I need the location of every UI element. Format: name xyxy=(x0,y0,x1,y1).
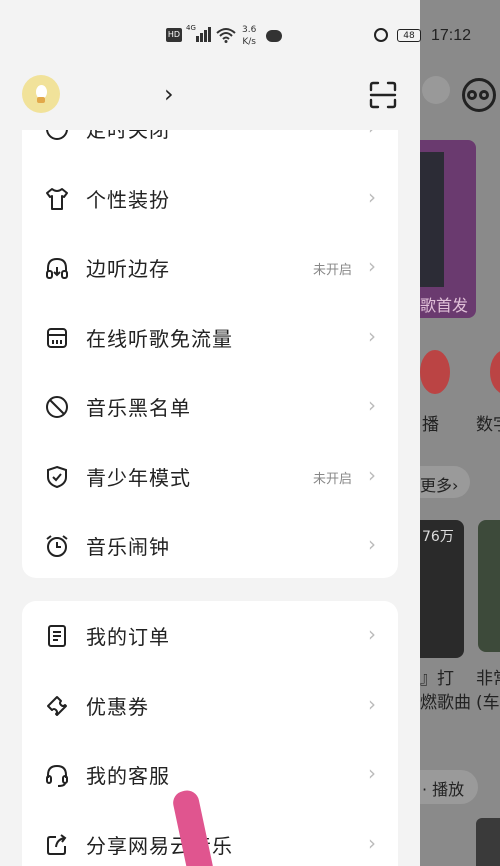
digital-icon xyxy=(490,350,500,394)
side-drawer: 定时关闭›个性装扮›边听边存未开启›在线听歌免流量›音乐黑名单›青少年模式未开启… xyxy=(0,0,420,866)
order-icon xyxy=(48,625,66,647)
more-label: 更多› xyxy=(420,476,459,495)
live-icon xyxy=(420,350,450,394)
chevron-right-icon: › xyxy=(368,393,376,417)
settings-card: 定时关闭›个性装扮›边听边存未开启›在线听歌免流量›音乐黑名单›青少年模式未开启… xyxy=(22,60,398,578)
menu-item-status: 未开启 xyxy=(312,471,352,487)
chevron-right-icon: › xyxy=(368,761,376,785)
chevron-right-icon: › xyxy=(368,691,376,716)
background-icon xyxy=(422,76,450,104)
services-card: 我的订单 › 优惠券 › 我的客服 › 分享网易云音乐 › xyxy=(22,601,398,866)
menu-item-status: 未开启 xyxy=(312,263,352,278)
menu-item[interactable]: 边听边存 未开启 › xyxy=(22,233,398,302)
playlist-title: 燃歌曲 xyxy=(420,693,471,713)
playlist-title: (车 xyxy=(476,693,500,713)
banner-image xyxy=(420,152,444,287)
menu-item[interactable]: 音乐黑名单 › xyxy=(22,372,398,441)
menu-item[interactable]: 在线听歌免流量 › xyxy=(22,303,398,372)
profile-chevron-icon[interactable]: › xyxy=(164,82,174,106)
shield-check-icon xyxy=(47,465,67,488)
headset-icon xyxy=(46,764,68,787)
live-label: 播 xyxy=(422,415,439,435)
sim-card-icon xyxy=(47,327,67,348)
menu-item[interactable]: 优惠券 › xyxy=(22,671,398,740)
menu-item[interactable]: 音乐闹钟 › xyxy=(22,511,398,580)
drawer-header: › xyxy=(0,60,420,130)
play-count: 76万 xyxy=(422,529,454,545)
status-bar-background xyxy=(0,0,420,60)
avatar[interactable] xyxy=(22,75,60,113)
alarm-clock-icon xyxy=(46,535,68,557)
chevron-right-icon: › xyxy=(368,462,376,487)
menu-item-label: 音乐黑名单 xyxy=(86,396,191,420)
listen-together-icon xyxy=(462,78,496,112)
menu-item[interactable]: 我的订单 › xyxy=(22,601,398,670)
playlist-title: 非常 xyxy=(476,669,500,689)
play-label: · 播放 xyxy=(422,780,465,799)
menu-item-label: 我的客服 xyxy=(86,764,170,788)
digital-label: 数字 xyxy=(476,415,500,435)
banner-text: 歌首发 xyxy=(420,296,469,315)
menu-item-label: 个性装扮 xyxy=(86,187,170,212)
menu-item-label: 优惠券 xyxy=(86,694,149,719)
chevron-right-icon: › xyxy=(368,622,376,646)
menu-item[interactable]: 我的客服 › xyxy=(22,740,398,809)
chevron-right-icon: › xyxy=(368,184,376,209)
menu-item-label: 音乐闹钟 xyxy=(86,535,170,559)
menu-item-label: 边听边存 xyxy=(86,257,170,281)
menu-item-label: 青少年模式 xyxy=(86,465,191,490)
chevron-right-icon: › xyxy=(368,532,376,556)
menu-item-label: 我的订单 xyxy=(86,625,170,649)
menu-item[interactable]: 青少年模式 未开启 › xyxy=(22,442,398,511)
playlist-card xyxy=(478,520,500,652)
chevron-right-icon: › xyxy=(368,254,376,278)
menu-item-label: 分享网易云音乐 xyxy=(86,833,233,858)
share-icon xyxy=(47,833,67,855)
mini-cover xyxy=(476,818,500,866)
chevron-right-icon: › xyxy=(368,830,376,855)
menu-item[interactable]: 个性装扮 › xyxy=(22,164,398,233)
headphones-icon xyxy=(46,257,68,279)
tshirt-icon xyxy=(46,187,68,210)
menu-item-label: 在线听歌免流量 xyxy=(86,326,233,351)
background-app: 歌首发 播 数字 更多› 76万 』打 燃歌曲 非常 (车 · 播放 xyxy=(420,0,500,866)
playlist-title: 』打 xyxy=(420,669,454,689)
block-icon xyxy=(46,396,68,418)
coupon-icon xyxy=(47,695,67,716)
chevron-right-icon: › xyxy=(368,323,376,348)
scan-icon[interactable] xyxy=(368,80,398,110)
